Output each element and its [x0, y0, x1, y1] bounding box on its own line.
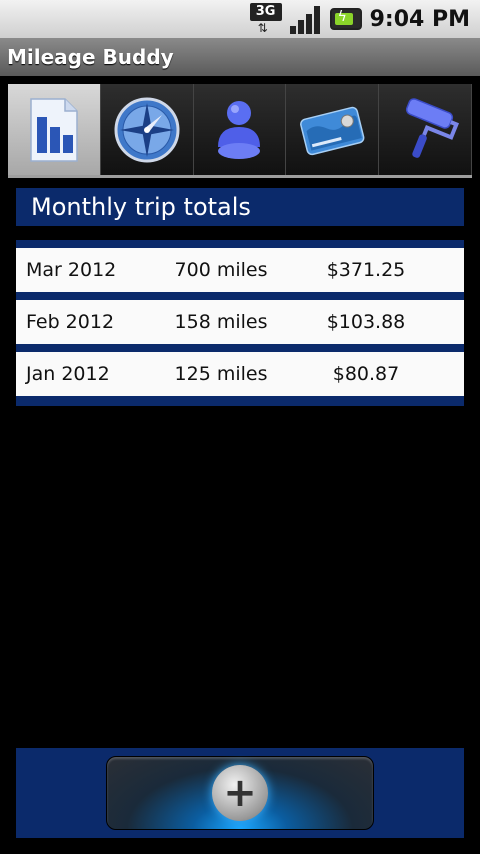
row-miles: 700 miles: [174, 259, 268, 281]
tab-compass[interactable]: [100, 84, 194, 175]
table-row[interactable]: Jan 2012 125 miles $80.87: [16, 352, 464, 396]
3g-network-icon: 3G ⇅: [249, 3, 282, 35]
table-row[interactable]: Feb 2012 158 miles $103.88: [16, 300, 464, 344]
tab-reports[interactable]: [8, 84, 101, 175]
table-row[interactable]: Mar 2012 700 miles $371.25: [16, 248, 464, 292]
monthly-totals-table: Mar 2012 700 miles $371.25 Feb 2012 158 …: [16, 240, 464, 406]
bottom-action-bar: +: [16, 748, 464, 838]
status-bar: 3G ⇅ ϟ 9:04 PM: [0, 0, 480, 38]
row-miles: 158 miles: [174, 311, 268, 333]
section-header: Monthly trip totals: [16, 188, 464, 226]
tab-bar: [8, 84, 472, 178]
credit-card-icon: [300, 106, 365, 155]
tab-profile[interactable]: [193, 84, 287, 175]
row-month: Jan 2012: [26, 363, 110, 385]
network-label: 3G: [249, 3, 282, 21]
paint-roller-icon: [406, 97, 460, 158]
section-title: Monthly trip totals: [31, 193, 251, 221]
row-miles: 125 miles: [174, 363, 268, 385]
row-cost: $371.25: [326, 259, 406, 281]
battery-charging-icon: ϟ: [329, 8, 362, 30]
tab-payment[interactable]: [286, 84, 380, 175]
person-icon: [218, 100, 261, 159]
row-month: Feb 2012: [26, 311, 115, 333]
compass-icon: [114, 97, 180, 162]
row-cost: $103.88: [326, 311, 406, 333]
bar-chart-document-icon: [30, 97, 78, 162]
status-clock: 9:04 PM: [369, 6, 470, 32]
tab-theme[interactable]: [379, 84, 472, 175]
plus-icon: +: [212, 765, 268, 821]
title-bar: Mileage Buddy: [0, 38, 480, 76]
add-trip-button[interactable]: +: [106, 756, 374, 830]
row-cost: $80.87: [332, 363, 400, 385]
signal-strength-icon: [289, 4, 322, 34]
app-title: Mileage Buddy: [7, 45, 174, 69]
row-month: Mar 2012: [26, 259, 117, 281]
